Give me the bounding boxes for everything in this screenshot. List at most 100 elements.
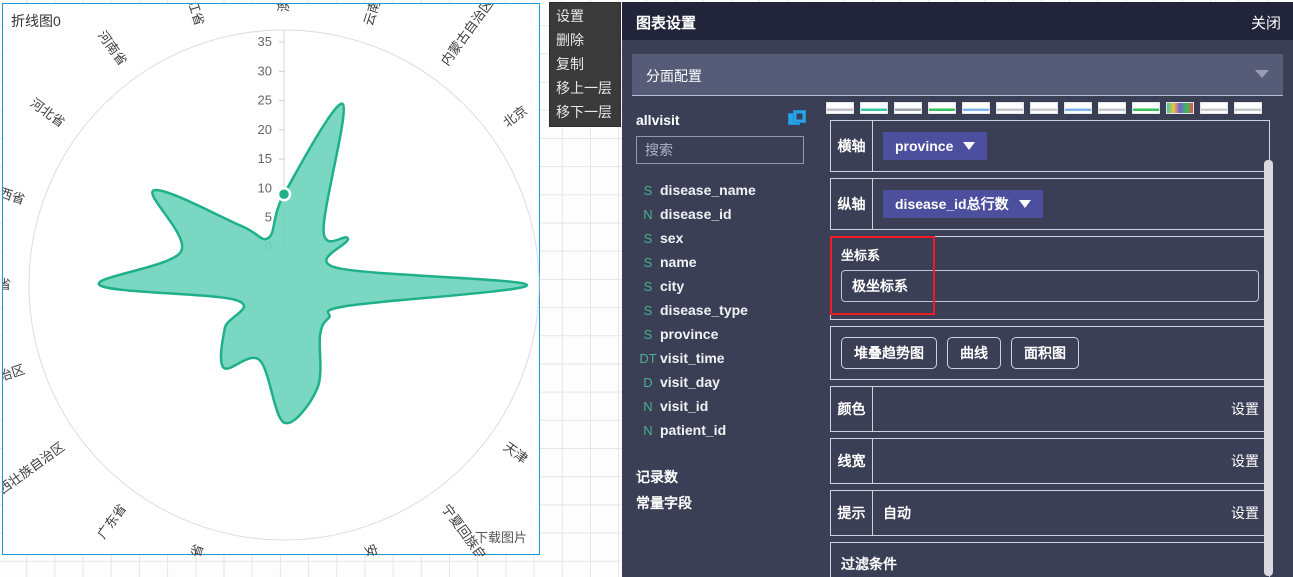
category-axis-label: 澳门 <box>276 4 291 12</box>
field-item-sex[interactable]: Ssex <box>622 226 818 250</box>
chevron-down-icon <box>963 142 976 150</box>
x-axis-field-pill[interactable]: province <box>883 132 988 160</box>
chart-style-button[interactable]: 堆叠趋势图 <box>841 337 937 369</box>
close-panel-button[interactable]: 关闭 <box>1251 12 1281 33</box>
panel-vertical-scrollbar[interactable] <box>1264 160 1273 576</box>
category-axis-label: 云南省 <box>361 4 387 28</box>
field-item-disease_id[interactable]: Ndisease_id <box>622 202 818 226</box>
field-type-badge: N <box>643 207 653 222</box>
chart-type-thumbnail[interactable] <box>996 102 1024 114</box>
field-item-disease_name[interactable]: Sdisease_name <box>622 178 818 202</box>
menu-item-move-up[interactable]: 移上一层 <box>550 76 620 100</box>
field-item-visit_time[interactable]: DT visit_time <box>622 346 818 370</box>
chart-type-thumbnail[interactable] <box>1166 102 1194 114</box>
y-axis-tick-label: 25 <box>258 93 272 108</box>
category-axis-label: 天津 <box>501 439 531 466</box>
field-item-patient_id[interactable]: Npatient_id <box>622 418 818 442</box>
category-axis-label: 新疆维吾尔自治区 <box>3 362 27 408</box>
y-axis-tick-label: 20 <box>258 122 272 137</box>
field-item-name[interactable]: Sname <box>622 250 818 274</box>
tooltip-settings-link[interactable]: 设置 <box>1231 503 1259 523</box>
x-axis-field-name: province <box>895 138 954 154</box>
y-axis-tick-label: 15 <box>258 151 272 166</box>
color-card: 颜色 设置 <box>830 386 1270 432</box>
chart-type-thumbnail[interactable] <box>928 102 956 114</box>
y-axis-tick-label: 35 <box>258 34 272 49</box>
field-type-badge: S <box>643 231 653 246</box>
chart-type-thumbnail[interactable] <box>860 102 888 114</box>
chart-style-buttons: 堆叠趋势图 曲线 面积图 <box>841 337 1089 369</box>
facet-config-dropdown[interactable]: 分面配置 <box>632 54 1283 96</box>
polar-area-series <box>97 102 529 425</box>
field-name: disease_type <box>660 302 748 318</box>
field-item-disease_type[interactable]: Sdisease_type <box>622 298 818 322</box>
widget-context-menu[interactable]: 设置 删除 复制 移上一层 移下一层 <box>549 2 621 127</box>
chevron-down-icon <box>1018 200 1031 208</box>
coordinate-system-value[interactable]: 极坐标系 <box>841 270 1259 302</box>
tooltip-card: 提示 自动 设置 <box>830 490 1270 536</box>
x-axis-label: 横轴 <box>831 121 873 171</box>
field-type-badge: S <box>643 279 653 294</box>
color-label: 颜色 <box>831 387 873 431</box>
chart-type-thumbnail[interactable] <box>962 102 990 114</box>
field-name: name <box>660 254 697 270</box>
field-search-box[interactable] <box>636 136 804 164</box>
category-axis-label: 安徽省 <box>362 542 388 556</box>
chart-type-thumbnail-strip[interactable] <box>826 102 1268 114</box>
line-width-card: 线宽 设置 <box>830 438 1270 484</box>
field-type-badge: N <box>643 423 653 438</box>
coordinate-system-label: 坐标系 <box>841 248 881 263</box>
chart-type-thumbnail[interactable] <box>1132 102 1160 114</box>
field-type-badge: DT <box>639 351 657 366</box>
filter-card[interactable]: 过滤条件 <box>830 542 1270 577</box>
chart-type-thumbnail[interactable] <box>1098 102 1126 114</box>
field-item-visit_id[interactable]: Nvisit_id <box>622 394 818 418</box>
chart-type-thumbnail[interactable] <box>1064 102 1092 114</box>
field-item-province[interactable]: Sprovince <box>622 322 818 346</box>
field-type-badge: S <box>643 255 653 270</box>
chart-type-thumbnail[interactable] <box>1234 102 1262 114</box>
field-name: province <box>660 326 719 342</box>
category-axis-label: 内蒙古自治区 <box>438 4 496 68</box>
chart-type-thumbnail[interactable] <box>826 102 854 114</box>
y-axis-tick-label: 30 <box>258 63 272 78</box>
data-point-marker[interactable] <box>276 187 292 202</box>
facet-config-label: 分面配置 <box>646 68 702 84</box>
coordinate-system-card: 坐标系 极坐标系 <box>830 236 1270 320</box>
line-width-settings-link[interactable]: 设置 <box>1231 451 1259 471</box>
download-image-link[interactable]: 下载图片 <box>475 527 527 546</box>
config-column: 横轴 province 纵轴 disease_id总行数 坐标系 极坐标系 堆叠… <box>826 102 1293 577</box>
color-settings-link[interactable]: 设置 <box>1231 399 1259 419</box>
chart-style-button[interactable]: 曲线 <box>947 337 1001 369</box>
category-axis-label: 河北省 <box>27 95 67 130</box>
search-input[interactable] <box>637 137 803 163</box>
field-type-badge: S <box>643 303 653 318</box>
chart-widget[interactable]: 折线图0 05101520253035澳门云南省内蒙古自治区北京台湾吉林省四川省… <box>2 3 540 556</box>
chart-type-thumbnail[interactable] <box>894 102 922 114</box>
dataset-switch-icon[interactable] <box>788 110 806 128</box>
chart-type-thumbnail[interactable] <box>1030 102 1058 114</box>
panel-title: 图表设置 <box>636 15 697 32</box>
field-name: visit_time <box>660 350 725 366</box>
y-axis-field-pill[interactable]: disease_id总行数 <box>883 190 1043 218</box>
chart-style-button[interactable]: 面积图 <box>1011 337 1079 369</box>
filter-label: 过滤条件 <box>841 556 897 572</box>
field-type-badge: S <box>643 327 653 342</box>
menu-item-move-down[interactable]: 移下一层 <box>550 100 620 124</box>
field-item-visit_day[interactable]: Dvisit_day <box>622 370 818 394</box>
menu-item-copy[interactable]: 复制 <box>550 52 620 76</box>
tooltip-value: 自动 <box>883 505 911 521</box>
tooltip-label: 提示 <box>831 491 873 535</box>
field-name: sex <box>660 230 684 246</box>
field-item-city[interactable]: Scity <box>622 274 818 298</box>
special-field-item[interactable]: 常量字段 <box>622 490 818 516</box>
chart-type-thumbnail[interactable] <box>1200 102 1228 114</box>
menu-item-delete[interactable]: 删除 <box>550 28 620 52</box>
field-name: patient_id <box>660 422 727 438</box>
y-axis-tick-label: 10 <box>258 180 272 195</box>
special-field-item[interactable]: 记录数 <box>622 464 818 490</box>
field-list-column: allvisit Sdisease_nameNdisease_idSsexSna… <box>622 102 818 577</box>
category-axis-label: 广西壮族自治区 <box>3 439 67 505</box>
menu-item-settings[interactable]: 设置 <box>550 4 620 28</box>
field-name: disease_id <box>660 206 732 222</box>
